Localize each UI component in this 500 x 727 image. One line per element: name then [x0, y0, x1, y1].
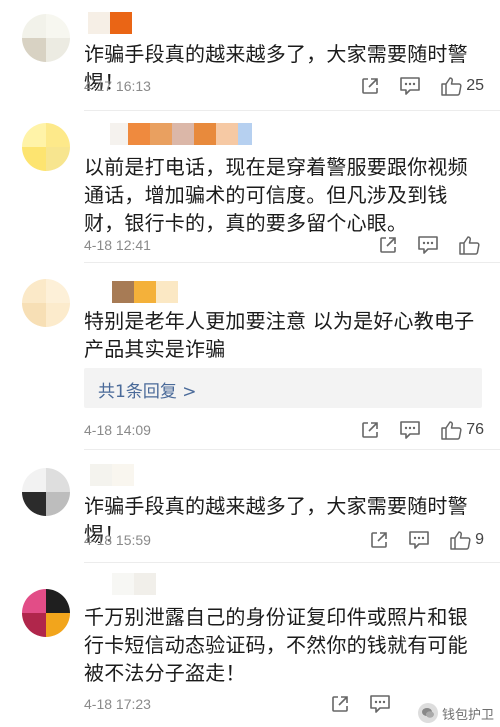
- reply-count-link[interactable]: 共1条回复 >: [98, 377, 196, 402]
- avatar[interactable]: [22, 123, 70, 171]
- share-button[interactable]: [359, 528, 399, 552]
- reply-summary[interactable]: 共1条回复 >: [84, 368, 482, 408]
- reply-button[interactable]: [390, 74, 430, 98]
- watermark: 钱包护卫: [417, 703, 494, 723]
- comment-time: 4-18 14:09: [84, 422, 151, 438]
- comment-text: 千万别泄露自己的身份证复印件或照片和银行卡短信动态验证码，不然你的钱就有可能被不…: [84, 605, 468, 685]
- avatar[interactable]: [22, 14, 70, 62]
- reply-button[interactable]: [399, 528, 439, 552]
- share-button[interactable]: [320, 692, 360, 716]
- reply-button[interactable]: [390, 418, 430, 442]
- comment-icon: [418, 236, 438, 254]
- comment-icon: [370, 695, 390, 713]
- avatar[interactable]: [22, 468, 70, 516]
- username-masked[interactable]: [90, 464, 134, 486]
- share-icon: [362, 422, 379, 438]
- thumb-up-icon: [441, 77, 462, 96]
- comment-2: 以前是打电话，现在是穿着警服要跟你视频通话，增加骗术的可信度。但凡涉及到钱财，银…: [0, 111, 500, 261]
- share-button[interactable]: [350, 418, 390, 442]
- share-button[interactable]: [350, 74, 390, 98]
- comment-actions: 76: [350, 418, 484, 442]
- comment-3: 特别是老年人更加要注意 以为是好心教电子产品其实是诈骗 共1条回复 > 4-18…: [0, 263, 500, 448]
- comment-icon: [409, 531, 429, 549]
- share-icon: [380, 237, 396, 253]
- avatar[interactable]: [22, 279, 70, 327]
- comment-actions: [368, 233, 484, 257]
- comment-time: 4-18 12:41: [84, 237, 151, 253]
- comment-icon: [400, 421, 421, 439]
- thumb-up-icon: [459, 236, 480, 255]
- comment-time: 4-17 16:13: [84, 78, 151, 94]
- like-button[interactable]: 76: [440, 420, 484, 440]
- share-icon: [332, 696, 348, 712]
- comment-time: 4-18 15:59: [84, 532, 151, 548]
- like-button[interactable]: 25: [440, 76, 484, 96]
- share-button[interactable]: [368, 233, 408, 257]
- watermark-text: 钱包护卫: [441, 707, 494, 723]
- wechat-logo-icon: [417, 703, 438, 723]
- like-count: 76: [466, 421, 484, 438]
- comment-actions: 9: [359, 528, 484, 552]
- thumb-up-icon: [450, 531, 471, 550]
- comment-actions: 25: [350, 74, 484, 98]
- comment-icon: [400, 77, 421, 95]
- share-icon: [371, 532, 387, 548]
- comment-text: 以前是打电话，现在是穿着警服要跟你视频通话，增加骗术的可信度。但凡涉及到钱财，银…: [84, 155, 468, 235]
- like-count: 9: [475, 531, 484, 548]
- username-masked[interactable]: [112, 281, 178, 303]
- reply-button[interactable]: [360, 692, 400, 716]
- thumb-up-icon: [441, 421, 462, 440]
- comment-time: 4-18 17:23: [84, 696, 151, 712]
- username-masked[interactable]: [112, 573, 156, 595]
- share-icon: [362, 78, 379, 94]
- avatar[interactable]: [22, 589, 70, 637]
- comment-text: 特别是老年人更加要注意 以为是好心教电子产品其实是诈骗: [84, 309, 475, 361]
- comment-4: 诈骗手段真的越来越多了，大家需要随时警惕！ 4-18 15:59 9: [0, 450, 500, 560]
- like-count: 25: [466, 77, 484, 94]
- comment-1: 诈骗手段真的越来越多了，大家需要随时警惕！ 4-17 16:13 25: [0, 0, 500, 108]
- comment-actions: [320, 692, 400, 716]
- username-masked[interactable]: [110, 123, 252, 145]
- like-button[interactable]: 9: [449, 530, 484, 550]
- username-masked[interactable]: [88, 12, 132, 34]
- reply-button[interactable]: [408, 233, 448, 257]
- like-button[interactable]: [458, 235, 484, 255]
